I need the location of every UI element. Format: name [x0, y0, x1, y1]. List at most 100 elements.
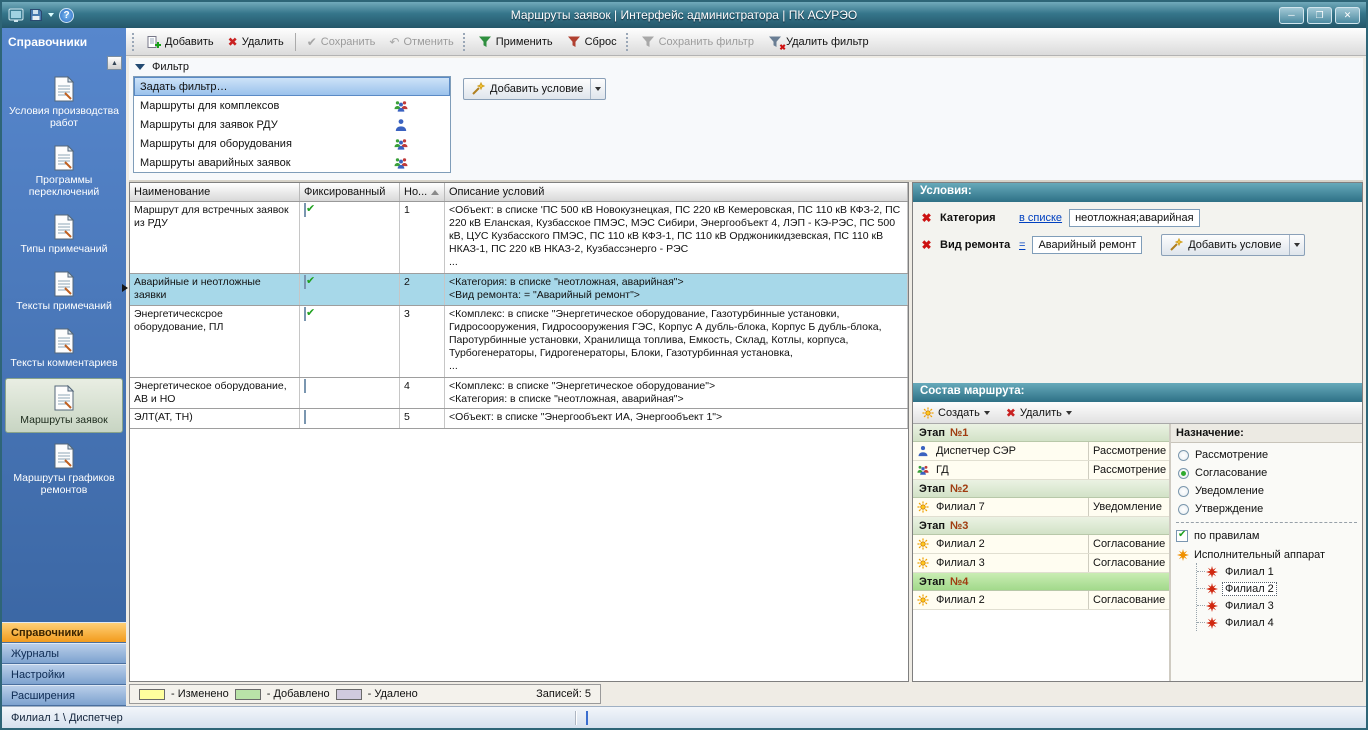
- add-condition-dropdown-icon[interactable]: [1289, 235, 1304, 255]
- sidebar: Справочники ▲ Условия производства работ…: [2, 28, 126, 706]
- quick-save-icon[interactable]: [29, 8, 43, 22]
- app-icon[interactable]: [8, 7, 24, 23]
- stage-header-3[interactable]: Этап №3: [913, 517, 1169, 535]
- save-filter-button[interactable]: Сохранить фильтр: [634, 32, 761, 52]
- add-condition-dropdown-icon[interactable]: [590, 79, 605, 99]
- remove-condition-icon[interactable]: ✖: [918, 237, 935, 254]
- sidebar-item-marshruty-grafikov-remontov[interactable]: Маршруты графиков ремонтов: [5, 436, 123, 502]
- column-header-fixed[interactable]: Фиксированный: [300, 183, 400, 201]
- by-rules-checkbox[interactable]: [1176, 530, 1188, 542]
- cancel-button[interactable]: ↶ Отменить: [382, 32, 460, 52]
- stage-row[interactable]: Филиал 3 Согласование: [913, 554, 1169, 573]
- table-row[interactable]: Маршрут для встречных заявок из РДУ 1 <О…: [130, 202, 908, 274]
- save-button[interactable]: ✔ Сохранить: [300, 32, 383, 52]
- document-icon: [53, 145, 75, 171]
- minimize-button[interactable]: ─: [1279, 7, 1304, 24]
- add-button[interactable]: Добавить: [140, 32, 221, 52]
- fixed-checkbox[interactable]: [304, 379, 306, 393]
- condition-value[interactable]: неотложная;аварийная: [1069, 209, 1199, 227]
- fixed-checkbox[interactable]: [304, 307, 306, 321]
- condition-value[interactable]: Аварийный ремонт: [1032, 236, 1142, 254]
- by-rules-checkbox-row[interactable]: по правилам: [1176, 522, 1357, 544]
- delete-filter-icon: ✖: [768, 35, 782, 49]
- status-user: Филиал 1 \ Диспетчер: [11, 712, 123, 724]
- sidebar-item-teksty-kommentariev[interactable]: Тексты комментариев: [5, 321, 123, 375]
- stage-header-2[interactable]: Этап №2: [913, 480, 1169, 498]
- reset-filter-icon: [567, 35, 581, 49]
- people-group-icon: [394, 99, 408, 113]
- fixed-checkbox[interactable]: [304, 203, 306, 217]
- column-header-number[interactable]: Но...: [400, 183, 445, 201]
- maximize-button[interactable]: ❐: [1307, 7, 1332, 24]
- fixed-checkbox[interactable]: [304, 410, 306, 424]
- delete-icon: ✖: [228, 35, 238, 49]
- nav-nastroyki-button[interactable]: Настройки: [2, 664, 126, 685]
- tree-item-filial-2[interactable]: Филиал 2: [1197, 580, 1356, 597]
- toolbar-grip[interactable]: [626, 33, 630, 51]
- condition-operator-link[interactable]: в списке: [1019, 212, 1062, 224]
- nav-zhurnaly-button[interactable]: Журналы: [2, 643, 126, 664]
- filter-collapse-icon[interactable]: [135, 64, 145, 70]
- table-row-selected[interactable]: Аварийные и неотложные заявки 2 <Категор…: [130, 274, 908, 306]
- column-header-name[interactable]: Наименование: [130, 183, 300, 201]
- fixed-checkbox[interactable]: [304, 275, 306, 289]
- radio-soglasovanie[interactable]: Согласование: [1178, 464, 1355, 482]
- filter-item-set-filter[interactable]: Задать фильтр…: [134, 77, 450, 96]
- table-row[interactable]: ЭЛТ(АТ, ТН) 5 <Объект: в списке "Энергоо…: [130, 409, 908, 429]
- filter-item-rdu-requests[interactable]: Маршруты для заявок РДУ: [134, 115, 450, 134]
- radio-utverzhdenie[interactable]: Утверждение: [1178, 500, 1355, 518]
- remove-condition-icon[interactable]: ✖: [918, 210, 935, 227]
- toolbar-grip[interactable]: [132, 33, 136, 51]
- radio-uvedomlenie[interactable]: Уведомление: [1178, 482, 1355, 500]
- sidebar-item-label: Типы примечаний: [21, 243, 108, 255]
- stage-header-4[interactable]: Этап №4: [913, 573, 1169, 591]
- tree-item-filial-3[interactable]: Филиал 3: [1197, 597, 1356, 614]
- row-number: 5: [400, 409, 445, 428]
- radio-icon: [1178, 504, 1189, 515]
- condition-field: Категория: [940, 212, 1014, 224]
- nav-spravochniki-button[interactable]: Справочники: [2, 622, 126, 643]
- sidebar-item-usloviya-proizvodstva-rabot[interactable]: Условия производства работ: [5, 69, 123, 135]
- quick-access-dropdown-icon[interactable]: [48, 13, 54, 17]
- filter-item-emergency[interactable]: Маршруты аварийных заявок: [134, 153, 450, 172]
- tree-item-filial-1[interactable]: Филиал 1: [1197, 563, 1356, 580]
- nav-rasshireniya-button[interactable]: Расширения: [2, 685, 126, 706]
- people-group-icon: [394, 137, 408, 151]
- help-button[interactable]: ?: [59, 8, 74, 23]
- filter-item-complexes[interactable]: Маршруты для комплексов: [134, 96, 450, 115]
- filter-item-equipment[interactable]: Маршруты для оборудования: [134, 134, 450, 153]
- sidebar-item-tipy-primechaniy[interactable]: Типы примечаний: [5, 207, 123, 261]
- table-row[interactable]: Энергетическсрое оборудование, ПЛ 3 <Ком…: [130, 306, 908, 378]
- apply-filter-button[interactable]: Применить: [471, 32, 560, 52]
- delete-filter-button[interactable]: ✖ Удалить фильтр: [761, 32, 876, 52]
- stage-row[interactable]: Филиал 2 Согласование: [913, 535, 1169, 554]
- sidebar-item-programmy-pereklyucheniy[interactable]: Программы переключений: [5, 138, 123, 204]
- route-delete-button[interactable]: ✖ Удалить: [1002, 404, 1076, 422]
- column-header-description[interactable]: Описание условий: [445, 183, 908, 201]
- row-name: ЭЛТ(АТ, ТН): [130, 409, 300, 428]
- row-name: Энергетическсрое оборудование, ПЛ: [130, 306, 300, 377]
- delete-button[interactable]: ✖ Удалить: [221, 32, 291, 52]
- stage-row[interactable]: ГД Рассмотрение: [913, 461, 1169, 480]
- sidebar-item-teksty-primechaniy[interactable]: Тексты примечаний: [5, 264, 123, 318]
- condition-operator-link[interactable]: =: [1019, 239, 1025, 251]
- close-button[interactable]: ✕: [1335, 7, 1360, 24]
- sun-icon: [913, 557, 933, 569]
- tree-root-ispolnitelnyy-apparat[interactable]: Исполнительный аппарат: [1177, 546, 1356, 563]
- route-create-button[interactable]: Создать: [918, 405, 994, 421]
- sidebar-item-marshruty-zayavok[interactable]: Маршруты заявок: [5, 378, 123, 432]
- status-separator: [575, 711, 577, 725]
- current-row-marker: [122, 284, 128, 292]
- toolbar-grip[interactable]: [463, 33, 467, 51]
- conditions-add-condition-button[interactable]: Добавить условие: [1161, 234, 1304, 256]
- stage-row[interactable]: Филиал 7 Уведомление: [913, 498, 1169, 517]
- tree-item-filial-4[interactable]: Филиал 4: [1197, 614, 1356, 631]
- filter-add-condition-button[interactable]: Добавить условие: [463, 78, 606, 100]
- stage-row[interactable]: Филиал 2 Согласование: [913, 591, 1169, 610]
- radio-rassmotrenie[interactable]: Рассмотрение: [1178, 446, 1355, 464]
- reset-filter-button[interactable]: Сброс: [560, 32, 624, 52]
- table-row[interactable]: Энергетическое оборудование, АВ и НО 4 <…: [130, 378, 908, 409]
- sidebar-scroll-up-button[interactable]: ▲: [107, 56, 122, 70]
- stage-header-1[interactable]: Этап №1: [913, 424, 1169, 442]
- stage-row[interactable]: Диспетчер СЭР Рассмотрение: [913, 442, 1169, 461]
